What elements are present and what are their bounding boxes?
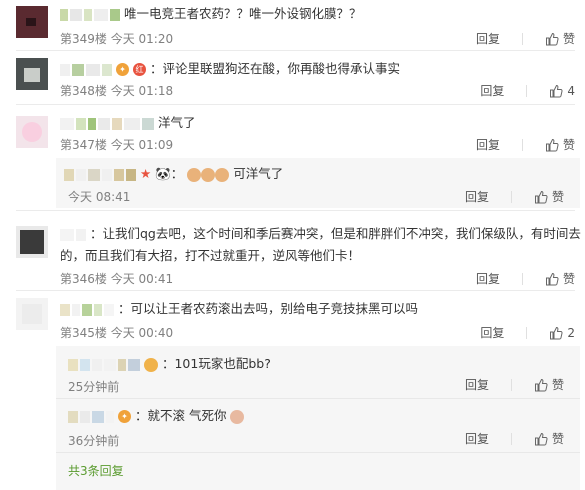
reply-time: 25分钟前 <box>68 380 120 394</box>
username-blurred[interactable] <box>68 358 140 371</box>
like-button[interactable]: 赞 <box>534 188 564 205</box>
comment-text-line1: ：让我们qg去吧，这个时间和季后赛冲突，但是和胖胖们不冲突，我们保级队，有时间去 <box>89 226 581 241</box>
divider <box>16 290 575 291</box>
thumbs-up-icon <box>534 432 548 446</box>
divider <box>521 272 523 285</box>
reply-list: ★ 🐼： 可洋气了 今天 08:41 回复 赞 <box>56 158 580 208</box>
username-blurred[interactable] <box>60 63 112 76</box>
reply-button[interactable]: 回复 <box>476 30 500 47</box>
thumbs-up-icon <box>545 32 559 46</box>
avatar[interactable] <box>16 6 48 38</box>
divider <box>510 432 512 445</box>
username-blurred[interactable] <box>60 228 86 241</box>
username-blurred[interactable] <box>60 117 154 130</box>
avatar[interactable] <box>16 116 48 148</box>
divider <box>56 398 580 399</box>
comment-347: 洋气了 第347楼 今天 01:09 回复 赞 ★ 🐼： 可洋气了 今天 08:… <box>0 106 585 210</box>
like-button[interactable]: 4 <box>549 84 575 98</box>
username-blurred[interactable] <box>68 410 114 423</box>
thumbs-up-icon <box>549 326 563 340</box>
like-label: 赞 <box>551 190 564 204</box>
like-count: 赞 <box>562 32 575 46</box>
reply-button[interactable]: 回复 <box>476 270 500 287</box>
comment-348: ✦ 红 ：评论里联盟狗还在酸，你再酸也得承认事实 第348楼 今天 01:18 … <box>0 52 585 104</box>
comment-349: 唯一电竞王者农药？？唯一外设钢化膜？？ 第349楼 今天 01:20 回复 赞 <box>0 0 585 52</box>
vip-badge-icon: ✦ <box>115 63 129 76</box>
comment-text: ：可以让王者农药滚出去吗，别给电子竞技抹黑可以吗 <box>117 301 418 316</box>
username-blurred[interactable] <box>60 8 120 21</box>
divider <box>526 84 528 97</box>
reply-button[interactable]: 回复 <box>476 136 500 153</box>
reply-button[interactable]: 回复 <box>465 376 489 393</box>
comment-345: ：可以让王者农药滚出去吗，别给电子竞技抹黑可以吗 第345楼 今天 00:40 … <box>0 292 585 490</box>
divider <box>521 32 523 45</box>
username-blurred[interactable] <box>64 168 136 181</box>
reply-text: 可洋气了 <box>233 166 284 181</box>
divider <box>16 210 575 211</box>
floor-time: 第348楼 今天 01:18 <box>60 84 174 98</box>
reply-button[interactable]: 回复 <box>465 188 489 205</box>
reply-time: 36分钟前 <box>68 434 120 448</box>
reply-button[interactable]: 回复 <box>480 82 504 99</box>
avatar[interactable] <box>16 58 48 90</box>
face-emoji-icon <box>201 167 216 182</box>
face-emoji-icon <box>143 357 158 372</box>
like-label: 赞 <box>551 432 564 446</box>
avatar[interactable] <box>16 226 48 258</box>
like-button[interactable]: 赞 <box>534 430 564 447</box>
reply-text: ：101玩家也配bb? <box>161 356 271 371</box>
angry-emoji-icon <box>230 409 245 424</box>
avatar[interactable] <box>16 298 48 330</box>
divider <box>510 190 512 203</box>
username-blurred[interactable] <box>60 303 114 316</box>
like-button[interactable]: 赞 <box>545 136 575 153</box>
divider <box>56 452 580 453</box>
like-count: 2 <box>567 325 575 340</box>
thumbs-up-icon <box>549 84 563 98</box>
divider <box>16 50 575 51</box>
thumbs-up-icon <box>545 272 559 286</box>
like-label: 赞 <box>551 378 564 392</box>
reply-button[interactable]: 回复 <box>465 430 489 447</box>
reply-text: ：就不滚 气死你 <box>134 408 227 423</box>
comment-text: 洋气了 <box>157 115 196 130</box>
red-badge-icon: 红 <box>132 63 146 76</box>
reply-button[interactable]: 回复 <box>480 324 504 341</box>
floor-time: 第345楼 今天 00:40 <box>60 326 174 340</box>
reply-time: 今天 08:41 <box>68 190 131 204</box>
face-emoji-icon <box>187 167 202 182</box>
like-count: 赞 <box>562 138 575 152</box>
comment-text-line2: 的，而且我们有大招，打不过就重开，逆风等他们卡！ <box>60 248 361 263</box>
view-all-replies-link[interactable]: 共3条回复 <box>68 462 124 479</box>
floor-time: 第347楼 今天 01:09 <box>60 138 174 152</box>
divider <box>16 104 575 105</box>
thumbs-up-icon <box>545 138 559 152</box>
thumbs-up-icon <box>534 378 548 392</box>
like-button[interactable]: 赞 <box>545 30 575 47</box>
comment-text: 评论里联盟狗还在酸，你再酸也得承认事实 <box>162 61 400 76</box>
like-count: 4 <box>567 83 575 98</box>
divider <box>510 378 512 391</box>
divider <box>526 326 528 339</box>
comment-text: 唯一电竞王者农药？？唯一外设钢化膜？？ <box>123 6 362 21</box>
thumbs-up-icon <box>534 190 548 204</box>
star-badge-icon: ★ <box>139 166 152 181</box>
like-button[interactable]: 赞 <box>534 376 564 393</box>
red-badge-icon: ✦ <box>117 410 131 423</box>
like-button[interactable]: 2 <box>549 326 575 340</box>
divider <box>521 138 523 151</box>
floor-time: 第346楼 今天 00:41 <box>60 272 174 286</box>
like-count: 赞 <box>562 272 575 286</box>
panda-emoji-icon: 🐼 <box>155 166 171 181</box>
face-emoji-icon <box>215 167 230 182</box>
reply-list: ：101玩家也配bb? 25分钟前 回复 赞 ✦ ：就不滚 气死你 36分钟前 <box>56 346 580 490</box>
like-button[interactable]: 赞 <box>545 270 575 287</box>
floor-time: 第349楼 今天 01:20 <box>60 32 174 46</box>
comment-346: ：让我们qg去吧，这个时间和季后赛冲突，但是和胖胖们不冲突，我们保级队，有时间去… <box>0 212 585 290</box>
